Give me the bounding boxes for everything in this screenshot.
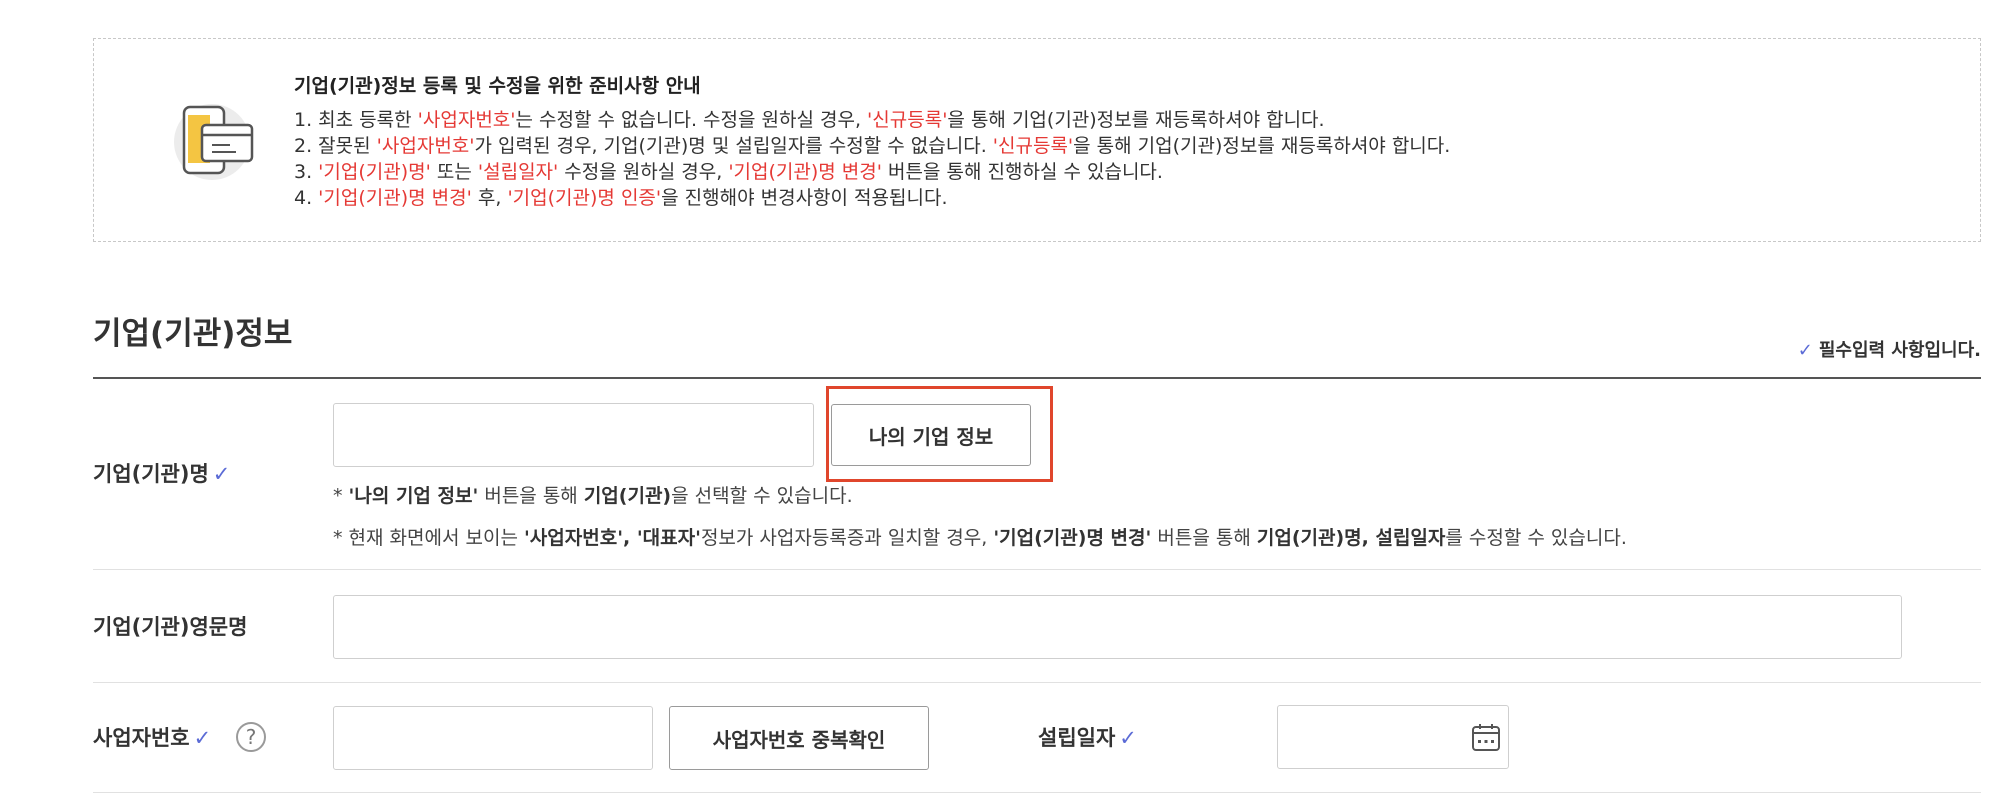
hint-text: * 현재 화면에서 보이는: [333, 527, 524, 549]
founding-date-label: 설립일자 ✓: [1038, 723, 1137, 753]
notice-text: 후,: [471, 187, 508, 209]
notice-text: 는 수정할 수 없습니다. 수정을 원하실 경우,: [515, 109, 868, 131]
notice-highlight: '신규등록': [992, 135, 1074, 157]
notice-line-1: 1. 최초 등록한 '사업자번호'는 수정할 수 없습니다. 수정을 원하실 경…: [294, 107, 1450, 133]
notice-text: 가 입력된 경우, 기업(기관)명 및 설립일자를 수정할 수 없습니다.: [474, 135, 993, 157]
notice-highlight: '기업(기관)명 변경': [728, 161, 882, 183]
company-name-label: 기업(기관)명 ✓: [93, 459, 230, 489]
notice-text: 을 통해 기업(기관)정보를 재등록하셔야 합니다.: [1073, 135, 1451, 157]
company-name-hint-1: * '나의 기업 정보' 버튼을 통해 기업(기관)을 선택할 수 있습니다.: [333, 483, 853, 509]
hint-bold: '사업자번호', '대표자': [523, 527, 701, 549]
business-number-check-button[interactable]: 사업자번호 중복확인: [669, 706, 929, 770]
required-check-icon: ✓: [1119, 726, 1137, 750]
notice-box: 기업(기관)정보 등록 및 수정을 위한 준비사항 안내 1. 최초 등록한 '…: [93, 38, 1981, 242]
notice-text: 3.: [294, 161, 319, 183]
section-title: 기업(기관)정보: [93, 316, 293, 352]
company-name-en-label: 기업(기관)영문명: [93, 615, 248, 639]
notice-content: 기업(기관)정보 등록 및 수정을 위한 준비사항 안내 1. 최초 등록한 '…: [294, 73, 1450, 211]
notice-highlight: '사업자번호': [417, 109, 516, 131]
hint-text: 버튼을 통해: [478, 485, 584, 507]
notice-text: 을 진행해야 변경사항이 적용됩니다.: [661, 187, 948, 209]
notice-highlight: '기업(기관)명 인증': [507, 187, 662, 209]
hint-bold: 기업(기관)명, 설립일자: [1256, 527, 1446, 549]
notice-text: 버튼을 통해 진행하실 수 있습니다.: [881, 161, 1163, 183]
notice-title: 기업(기관)정보 등록 및 수정을 위한 준비사항 안내: [294, 75, 701, 97]
hint-bold: '나의 기업 정보': [348, 485, 479, 507]
notice-text: 4.: [294, 187, 319, 209]
hint-text: 버튼을 통해: [1151, 527, 1257, 549]
notice-text: 1. 최초 등록한: [294, 109, 418, 131]
calendar-icon[interactable]: [1470, 721, 1502, 753]
row-divider: [93, 682, 1981, 683]
required-note-text: 필수입력 사항입니다.: [1818, 340, 1981, 361]
help-icon[interactable]: ?: [236, 722, 266, 752]
hint-text: 를 수정할 수 있습니다.: [1445, 527, 1627, 549]
required-note: ✓ 필수입력 사항입니다.: [1798, 336, 1981, 362]
notice-highlight: '신규등록': [867, 109, 948, 131]
hint-text: 정보가 사업자등록증과 일치할 경우,: [700, 527, 994, 549]
company-name-hint-2: * 현재 화면에서 보이는 '사업자번호', '대표자'정보가 사업자등록증과 …: [333, 525, 1627, 551]
required-check-icon: ✓: [193, 726, 212, 750]
company-name-en-input[interactable]: [333, 595, 1902, 659]
company-name-label-text: 기업(기관)명: [93, 462, 209, 486]
hint-bold: 기업(기관): [583, 485, 672, 507]
notice-text: 수정을 원하실 경우,: [558, 161, 729, 183]
my-company-info-button[interactable]: 나의 기업 정보: [831, 404, 1031, 466]
notice-highlight: '설립일자': [477, 161, 559, 183]
notice-highlight: '기업(기관)명': [318, 161, 431, 183]
section-divider: [93, 377, 1981, 379]
notice-text: 또는: [430, 161, 478, 183]
hint-text: 을 선택할 수 있습니다.: [671, 485, 853, 507]
row-divider: [93, 792, 1981, 793]
hint-text: *: [333, 485, 349, 507]
notice-text: 2. 잘못된: [294, 135, 377, 157]
business-number-label-text: 사업자번호: [93, 726, 190, 750]
notice-text: 을 통해 기업(기관)정보를 재등록하셔야 합니다.: [947, 109, 1325, 131]
business-number-label: 사업자번호 ✓: [93, 723, 211, 753]
notice-line-2: 2. 잘못된 '사업자번호'가 입력된 경우, 기업(기관)명 및 설립일자를 …: [294, 133, 1450, 159]
founding-date-label-text: 설립일자: [1038, 726, 1116, 750]
notice-line-4: 4. '기업(기관)명 변경' 후, '기업(기관)명 인증'을 진행해야 변경…: [294, 185, 1450, 211]
notice-line-3: 3. '기업(기관)명' 또는 '설립일자' 수정을 원하실 경우, '기업(기…: [294, 159, 1450, 185]
business-card-icon: [174, 104, 254, 180]
notice-highlight: '기업(기관)명 변경': [318, 187, 472, 209]
company-name-input[interactable]: [333, 403, 814, 467]
notice-highlight: '사업자번호': [376, 135, 475, 157]
required-check-icon: ✓: [212, 462, 231, 486]
business-number-input[interactable]: [333, 706, 653, 770]
row-divider: [93, 569, 1981, 570]
hint-bold: '기업(기관)명 변경': [993, 527, 1152, 549]
check-icon: ✓: [1797, 340, 1813, 361]
